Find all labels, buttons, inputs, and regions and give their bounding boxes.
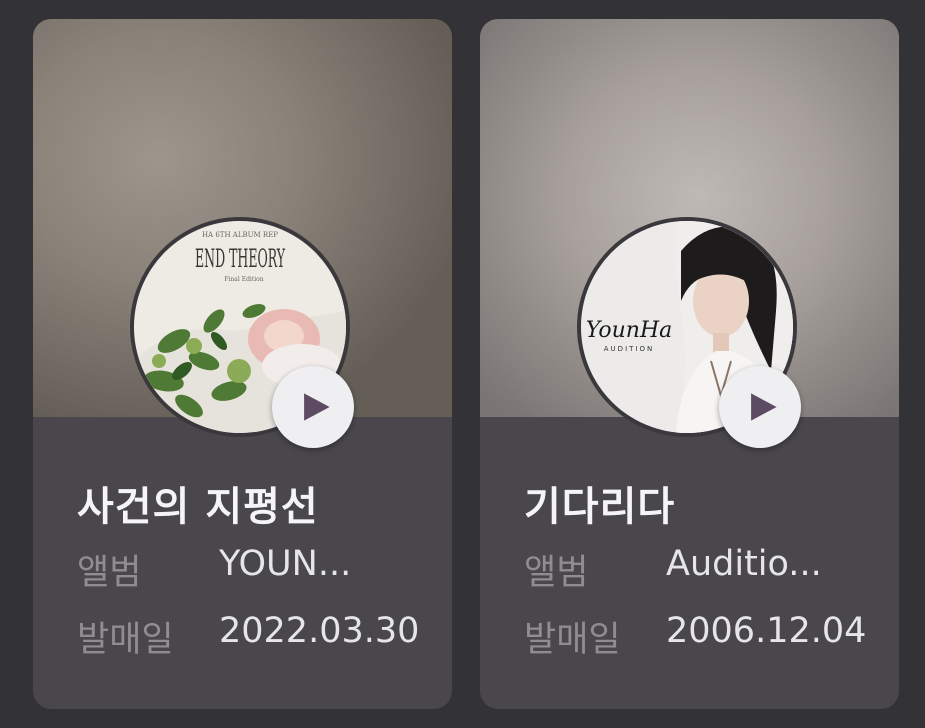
release-label: 발매일 [77,620,174,660]
song-card-2[interactable]: YounHa AUDITION 기다리다 앨범 Auditio... 발매일 2… [480,19,899,709]
album-value[interactable]: YOUN... [219,544,351,584]
cover-subtitle: AUDITION [604,345,654,353]
song-card-1[interactable]: HA 6TH ALBUM REP END THEORY Final Editio… [33,19,452,709]
album-label: 앨범 [524,553,589,593]
release-date: 2022.03.30 [219,611,420,651]
play-icon [751,393,777,421]
cover-small-top-text: HA 6TH ALBUM REP [202,231,278,239]
album-value[interactable]: Auditio... [666,544,822,584]
play-button[interactable] [272,366,354,448]
release-date: 2006.12.04 [666,611,867,651]
play-icon [304,393,330,421]
cover-heading: END THEORY [195,244,285,273]
play-button[interactable] [719,366,801,448]
cover-logo-text: YounHa [586,318,673,343]
album-label: 앨범 [77,553,142,593]
song-title[interactable]: 사건의 지평선 [77,474,319,532]
cover-subtitle: Final Edition [224,276,263,283]
song-title[interactable]: 기다리다 [524,474,675,532]
release-label: 발매일 [524,620,621,660]
